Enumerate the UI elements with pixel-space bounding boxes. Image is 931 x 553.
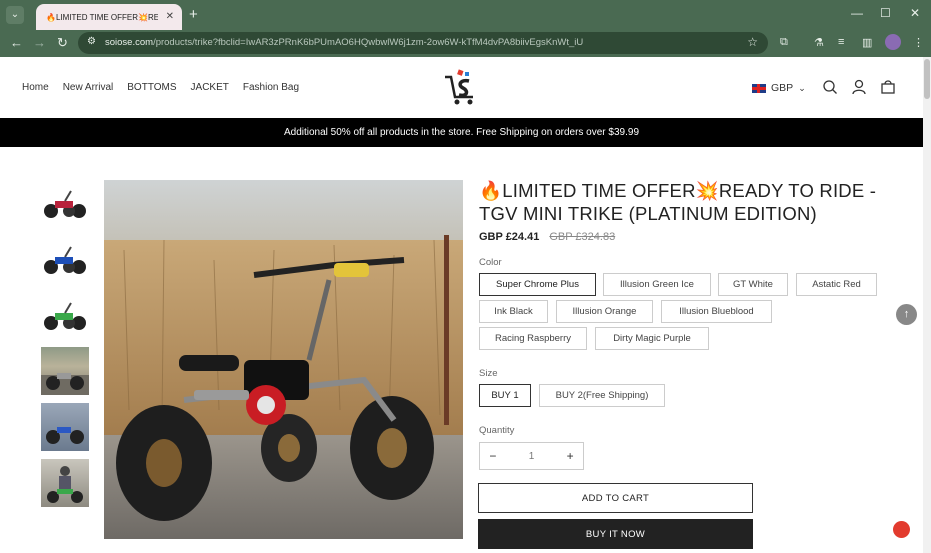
menu-item-fashion-bag[interactable]: Fashion Bag bbox=[243, 82, 299, 93]
thumbnail-green-trike[interactable] bbox=[41, 291, 89, 339]
forward-icon[interactable]: → bbox=[33, 35, 46, 50]
reload-icon[interactable]: ↻ bbox=[57, 35, 68, 51]
chat-widget-icon[interactable] bbox=[893, 521, 910, 538]
window-close-icon[interactable]: ✕ bbox=[910, 6, 920, 20]
menu-item-new-arrival[interactable]: New Arrival bbox=[63, 82, 114, 93]
more-menu-icon[interactable]: ⋮ bbox=[913, 36, 924, 49]
compare-price: GBP £324.83 bbox=[549, 231, 616, 243]
menu-item-bottoms[interactable]: BOTTOMS bbox=[127, 82, 176, 93]
color-option-super-chrome-plus[interactable]: Super Chrome Plus bbox=[479, 273, 596, 296]
currency-selector[interactable]: GBP ⌄ bbox=[752, 82, 806, 94]
tab-title: 🔥LIMITED TIME OFFER💥READY TO RIDE bbox=[46, 12, 158, 22]
maximize-icon[interactable]: ☐ bbox=[880, 6, 891, 20]
search-icon[interactable] bbox=[822, 79, 838, 95]
product-main-image[interactable] bbox=[104, 180, 463, 539]
url-path: /products/trike?fbclid=IwAR3zPRnK6bPUmAO… bbox=[153, 37, 584, 48]
labs-icon[interactable]: ⚗ bbox=[814, 36, 824, 49]
color-label: Color bbox=[479, 257, 502, 268]
minimize-icon[interactable]: — bbox=[851, 6, 863, 20]
price-row: GBP £24.41 GBP £324.83 bbox=[479, 231, 615, 243]
thumbnail-photo-1[interactable] bbox=[41, 347, 89, 395]
new-tab-icon[interactable]: + bbox=[189, 6, 198, 23]
back-icon[interactable]: ← bbox=[10, 35, 23, 50]
side-panel-icon[interactable]: ▥ bbox=[862, 36, 872, 49]
thumbnail-photo-3[interactable] bbox=[41, 459, 89, 507]
browser-toolbar: ← → ↻ ⚙ soiose.com/products/trike?fbclid… bbox=[0, 30, 931, 57]
add-to-cart-button[interactable]: ADD TO CART bbox=[478, 483, 753, 513]
plus-icon[interactable]: + bbox=[557, 449, 583, 463]
buy-it-now-button[interactable]: BUY IT NOW bbox=[478, 519, 753, 549]
sale-price: GBP £24.41 bbox=[479, 231, 540, 243]
color-option-illusion-blueblood[interactable]: Illusion Blueblood bbox=[661, 300, 772, 323]
thumbnail-red-trike[interactable] bbox=[41, 179, 89, 227]
color-option-illusion-green-ice[interactable]: Illusion Green Ice bbox=[603, 273, 711, 296]
color-option-illusion-orange[interactable]: Illusion Orange bbox=[556, 300, 653, 323]
size-option-buy-1[interactable]: BUY 1 bbox=[479, 384, 531, 407]
site-header: Home New Arrival BOTTOMS JACKET Fashion … bbox=[0, 57, 923, 119]
extensions-icon[interactable]: ⧉ bbox=[780, 36, 788, 49]
account-icon[interactable] bbox=[851, 79, 867, 95]
product-title: 🔥LIMITED TIME OFFER💥READY TO RIDE - TGV … bbox=[479, 180, 877, 224]
close-icon[interactable]: ✕ bbox=[166, 11, 174, 22]
menu-item-home[interactable]: Home bbox=[22, 82, 49, 93]
scrollbar-thumb[interactable] bbox=[924, 59, 930, 99]
browser-tab[interactable]: 🔥LIMITED TIME OFFER💥READY TO RIDE ✕ bbox=[36, 4, 182, 30]
cart-icon[interactable] bbox=[880, 79, 896, 95]
color-option-ink-black[interactable]: Ink Black bbox=[479, 300, 548, 323]
url-host: soiose.com bbox=[105, 37, 154, 48]
tab-menu-icon[interactable]: ⌄ bbox=[6, 6, 24, 24]
thumbnail-blue-trike[interactable] bbox=[41, 235, 89, 283]
menu-item-jacket[interactable]: JACKET bbox=[191, 82, 229, 93]
bookmark-star-icon[interactable]: ☆ bbox=[747, 35, 758, 49]
url-text: soiose.com/products/trike?fbclid=IwAR3zP… bbox=[105, 37, 583, 48]
color-option-astatic-red[interactable]: Astatic Red bbox=[796, 273, 877, 296]
quantity-input[interactable]: 1 bbox=[506, 451, 558, 462]
uk-flag-icon bbox=[752, 83, 766, 93]
store-logo[interactable] bbox=[443, 69, 479, 107]
minus-icon[interactable]: − bbox=[480, 449, 506, 463]
address-bar[interactable]: ⚙ soiose.com/products/trike?fbclid=IwAR3… bbox=[78, 32, 768, 54]
reading-list-icon[interactable]: ≡ bbox=[838, 36, 844, 48]
size-option-buy-2[interactable]: BUY 2(Free Shipping) bbox=[539, 384, 665, 407]
thumbnail-gallery bbox=[41, 179, 89, 515]
profile-avatar[interactable] bbox=[885, 34, 901, 50]
web-page: Home New Arrival BOTTOMS JACKET Fashion … bbox=[0, 57, 931, 553]
color-option-dirty-magic-purple[interactable]: Dirty Magic Purple bbox=[595, 327, 709, 350]
chevron-down-icon: ⌄ bbox=[798, 82, 806, 93]
quantity-label: Quantity bbox=[479, 425, 515, 436]
scroll-to-top-icon[interactable]: ↑ bbox=[896, 304, 917, 325]
main-menu: Home New Arrival BOTTOMS JACKET Fashion … bbox=[22, 82, 299, 93]
quantity-stepper: − 1 + bbox=[479, 442, 584, 470]
color-option-racing-raspberry[interactable]: Racing Raspberry bbox=[479, 327, 587, 350]
site-info-icon[interactable]: ⚙ bbox=[87, 36, 96, 47]
browser-tab-bar: ⌄ 🔥LIMITED TIME OFFER💥READY TO RIDE ✕ + … bbox=[0, 0, 931, 30]
currency-label: GBP bbox=[771, 82, 794, 94]
color-option-gt-white[interactable]: GT White bbox=[718, 273, 788, 296]
size-label: Size bbox=[479, 368, 498, 379]
promo-banner: Additional 50% off all products in the s… bbox=[0, 118, 923, 147]
page-scrollbar[interactable] bbox=[923, 57, 931, 553]
thumbnail-photo-2[interactable] bbox=[41, 403, 89, 451]
